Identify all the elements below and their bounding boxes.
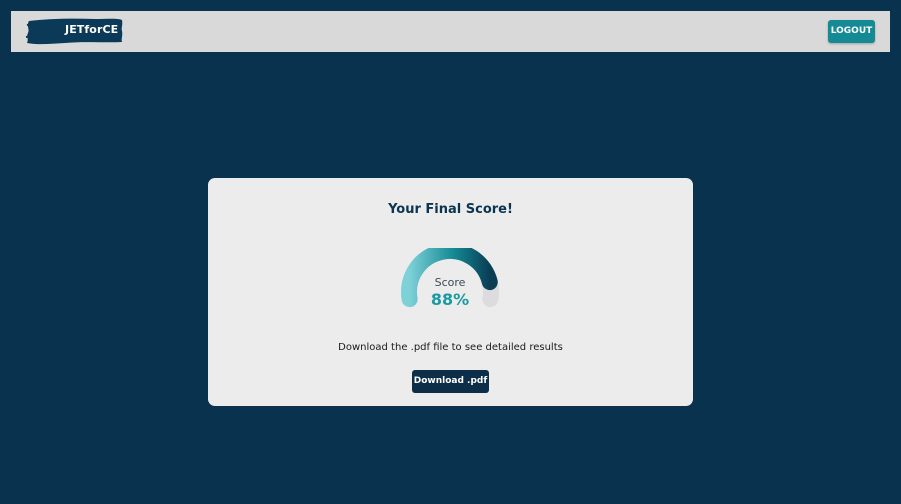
brand-name: JETforCE <box>65 23 119 36</box>
score-value: 88% <box>430 290 470 309</box>
download-pdf-button[interactable]: Download .pdf <box>412 370 489 393</box>
brand-logo[interactable]: JETforCE <box>25 17 125 46</box>
logout-button[interactable]: LOGOUT <box>828 20 875 43</box>
download-instructions: Download the .pdf file to see detailed r… <box>338 342 563 353</box>
gauge-label: Score <box>434 276 466 289</box>
top-navigation-bar: JETforCE LOGOUT <box>11 11 890 52</box>
app-page: JETforCE LOGOUT Your Final Score! Score … <box>0 0 901 504</box>
card-title: Your Final Score! <box>388 202 513 217</box>
final-score-card: Your Final Score! Score 88% Download the… <box>208 178 693 406</box>
score-gauge: Score 88% <box>398 248 502 310</box>
